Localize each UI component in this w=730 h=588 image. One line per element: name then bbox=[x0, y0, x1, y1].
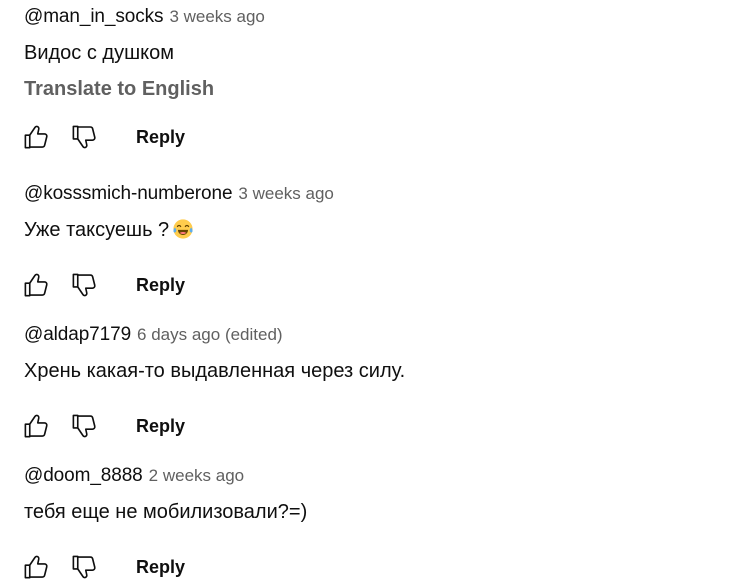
comment-item: @doom_8888 2 weeks ago тебя еще не мобил… bbox=[24, 465, 714, 583]
comment-author[interactable]: @aldap7179 bbox=[24, 324, 131, 346]
dislike-button[interactable] bbox=[69, 270, 99, 300]
like-button[interactable] bbox=[21, 552, 51, 582]
comment-text: тебя еще не мобилизовали?=) bbox=[24, 501, 308, 523]
comment-header: @doom_8888 2 weeks ago bbox=[24, 465, 714, 489]
face-with-tears-of-joy-icon bbox=[172, 218, 194, 240]
thumbs-down-icon bbox=[69, 270, 99, 300]
like-button[interactable] bbox=[21, 411, 51, 441]
comment-actions: Reply bbox=[24, 269, 714, 301]
comment-header: @kosssmich-numberone 3 weeks ago bbox=[24, 183, 714, 207]
comment-actions: Reply bbox=[24, 410, 714, 442]
like-button[interactable] bbox=[21, 122, 51, 152]
thumbs-down-icon bbox=[69, 552, 99, 582]
comment-text: Хрень какая-то выдавленная через силу. bbox=[24, 360, 406, 382]
dislike-button[interactable] bbox=[69, 411, 99, 441]
like-button[interactable] bbox=[21, 270, 51, 300]
reply-button[interactable]: Reply bbox=[136, 275, 185, 296]
comment-actions: Reply bbox=[24, 551, 714, 583]
reply-button[interactable]: Reply bbox=[136, 127, 185, 148]
comment-author[interactable]: @kosssmich-numberone bbox=[24, 183, 233, 205]
thumbs-up-icon bbox=[21, 122, 51, 152]
thumbs-up-icon bbox=[21, 411, 51, 441]
comment-item: @aldap7179 6 days ago (edited) Хрень как… bbox=[24, 324, 714, 442]
comment-text-row: Уже таксуешь ? bbox=[24, 218, 714, 242]
thumbs-down-icon bbox=[69, 122, 99, 152]
reply-button[interactable]: Reply bbox=[136, 557, 185, 578]
thumbs-up-icon bbox=[21, 270, 51, 300]
comment-item: @kosssmich-numberone 3 weeks ago Уже так… bbox=[24, 183, 714, 301]
dislike-button[interactable] bbox=[69, 552, 99, 582]
thumbs-up-icon bbox=[21, 552, 51, 582]
comment-text: Видос с душком bbox=[24, 42, 174, 64]
comment-text: Уже таксуешь ? bbox=[24, 219, 170, 241]
comment-timestamp[interactable]: 6 days ago (edited) bbox=[137, 325, 283, 345]
comment-actions: Reply bbox=[24, 121, 714, 153]
reply-button[interactable]: Reply bbox=[136, 416, 185, 437]
comment-timestamp[interactable]: 2 weeks ago bbox=[149, 466, 244, 486]
comment-item: @man_in_socks 3 weeks ago Видос с душком… bbox=[24, 6, 714, 153]
comment-author[interactable]: @doom_8888 bbox=[24, 465, 143, 487]
thumbs-down-icon bbox=[69, 411, 99, 441]
comment-header: @man_in_socks 3 weeks ago bbox=[24, 6, 714, 30]
comment-author[interactable]: @man_in_socks bbox=[24, 6, 164, 28]
dislike-button[interactable] bbox=[69, 122, 99, 152]
comment-timestamp[interactable]: 3 weeks ago bbox=[169, 7, 264, 27]
comment-header: @aldap7179 6 days ago (edited) bbox=[24, 324, 714, 348]
comment-timestamp[interactable]: 3 weeks ago bbox=[238, 184, 333, 204]
translate-button[interactable]: Translate to English bbox=[24, 77, 714, 101]
